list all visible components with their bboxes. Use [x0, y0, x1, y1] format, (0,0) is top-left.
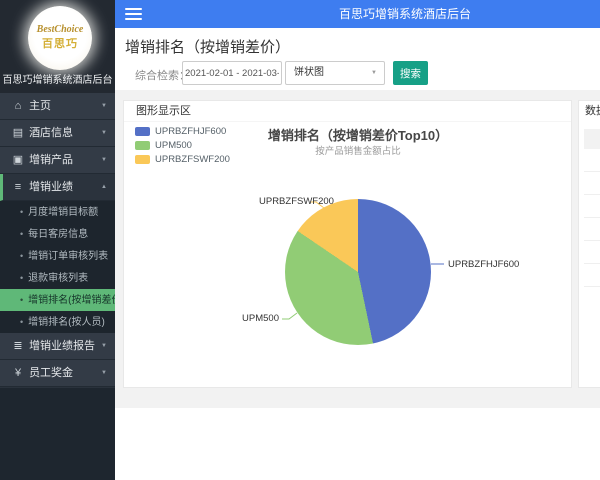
legend-swatch-blue	[135, 127, 150, 136]
subitem-label: 每日客房信息	[28, 229, 89, 240]
sidebar-item-hotel-info[interactable]: ▤ 酒店信息 ▼	[0, 120, 115, 147]
search-button[interactable]: 搜索	[393, 61, 428, 85]
hamburger-menu-icon[interactable]	[125, 8, 142, 20]
subitem-label: 退款审核列表	[28, 273, 89, 284]
performance-icon: ≡	[14, 181, 22, 193]
legend-item[interactable]: UPRBZFHJF600	[135, 126, 230, 137]
content-area: 图形显示区 UPRBZFHJF600 UPM500 UPRBZFSWF200 增…	[115, 90, 600, 408]
table-row	[584, 172, 600, 195]
sidebar-item-upsell-products[interactable]: ▣ 增销产品 ▼	[0, 147, 115, 174]
main-area: 百思巧增销系统酒店后台 增销排名（按增销差价） 综合检索： 饼状图 ▼ 搜索 图…	[115, 0, 600, 480]
subitem-label: 增销排名(按增销差价)	[28, 295, 125, 306]
topbar-title: 百思巧增销系统酒店后台	[338, 7, 472, 21]
sidebar-subitem-monthly-target[interactable]: • 月度增销目标额	[0, 201, 115, 223]
sidebar: BestChoice 百思巧 百思巧增销系统酒店后台 ⌂ 主页 ▼ ▤ 酒店信息…	[0, 0, 125, 480]
legend-item[interactable]: UPRBZFSWF200	[135, 154, 230, 165]
chevron-down-icon: ▼	[371, 70, 377, 76]
subitem-label: 增销订单审核列表	[28, 251, 109, 262]
chart-type-select[interactable]: 饼状图 ▼	[285, 61, 385, 85]
bullet-icon: •	[20, 317, 24, 327]
product-icon: ▣	[12, 154, 24, 166]
sidebar-item-label: 主页	[29, 100, 52, 112]
chevron-down-icon: ▼	[101, 130, 107, 136]
table-row	[584, 149, 600, 172]
chart-type-value: 饼状图	[294, 67, 324, 78]
sidebar-item-label: 增销业绩	[29, 181, 74, 193]
chevron-down-icon: ▼	[101, 343, 107, 349]
pie-label: UPRBZFSWF200	[259, 196, 334, 207]
date-range-input[interactable]	[182, 61, 282, 85]
chevron-down-icon: ▼	[101, 157, 107, 163]
page-title: 增销排名（按增销差价）	[125, 39, 291, 56]
pie-label: UPM500	[242, 313, 279, 324]
chart-legend: UPRBZFHJF600 UPM500 UPRBZFSWF200	[135, 126, 230, 168]
subitem-label: 月度增销目标额	[28, 207, 99, 218]
sidebar-item-performance-report[interactable]: ≣ 增销业绩报告 ▼	[0, 333, 115, 360]
data-panel-header: 数据显示区	[585, 105, 600, 117]
sidebar-item-employee-bonus[interactable]: ¥ 员工奖金 ▼	[0, 360, 115, 387]
legend-swatch-yellow	[135, 155, 150, 164]
topbar: 百思巧增销系统酒店后台	[115, 0, 600, 28]
data-table-header	[584, 129, 600, 149]
table-row	[584, 264, 600, 287]
legend-label: UPRBZFHJF600	[155, 126, 227, 137]
sidebar-item-label: 员工奖金	[29, 367, 74, 379]
bullet-icon: •	[20, 207, 24, 217]
table-row	[584, 241, 600, 264]
brand-logo: BestChoice 百思巧	[28, 6, 92, 70]
sidebar-item-upsell-performance[interactable]: ≡ 增销业绩 ▲	[0, 174, 115, 201]
sidebar-item-label: 增销产品	[29, 154, 74, 166]
subitem-label: 增销排名(按人员)	[28, 317, 105, 328]
hotel-info-icon: ▤	[12, 127, 24, 139]
sidebar-item-label: 酒店信息	[29, 127, 74, 139]
chart-panel-header: 图形显示区	[124, 101, 571, 122]
sidebar-subitem-daily-room-info[interactable]: • 每日客房信息	[0, 223, 115, 245]
sidebar-subitem-rank-by-person[interactable]: • 增销排名(按人员)	[0, 311, 115, 333]
data-panel: 数据显示区	[578, 100, 600, 388]
home-icon: ⌂	[14, 100, 22, 112]
legend-label: UPM500	[155, 140, 192, 151]
bullet-icon: •	[20, 295, 24, 305]
chevron-down-icon: ▼	[101, 370, 107, 376]
chart-panel: 图形显示区 UPRBZFHJF600 UPM500 UPRBZFSWF200 增…	[123, 100, 572, 388]
sidebar-subitem-refund-review-list[interactable]: • 退款审核列表	[0, 267, 115, 289]
bonus-icon: ¥	[14, 367, 22, 379]
pie-label: UPRBZFHJF600	[448, 259, 520, 270]
bullet-icon: •	[20, 273, 24, 283]
bullet-icon: •	[20, 229, 24, 239]
table-row	[584, 218, 600, 241]
legend-item[interactable]: UPM500	[135, 140, 230, 151]
sidebar-divider	[0, 387, 115, 388]
logo-cn-text: 百思巧	[42, 38, 78, 50]
chart-title: 增销排名（按增销差价Top10）	[267, 128, 449, 143]
sidebar-subitem-order-review-list[interactable]: • 增销订单审核列表	[0, 245, 115, 267]
app-window: BestChoice 百思巧 百思巧增销系统酒店后台 ⌂ 主页 ▼ ▤ 酒店信息…	[0, 0, 600, 480]
sidebar-item-home[interactable]: ⌂ 主页 ▼	[0, 93, 115, 120]
legend-swatch-green	[135, 141, 150, 150]
legend-label: UPRBZFSWF200	[155, 154, 230, 165]
table-row	[584, 195, 600, 218]
chart-subtitle: 按产品销售金额占比	[315, 146, 401, 157]
chevron-up-icon: ▲	[101, 184, 107, 190]
pie-chart: UPRBZFHJF600 UPM500 UPRBZFSWF200 增销排名（按增…	[124, 122, 571, 386]
report-icon: ≣	[13, 340, 23, 352]
pie-graphic[interactable]	[285, 199, 431, 345]
logo-area: BestChoice 百思巧 百思巧增销系统酒店后台	[0, 0, 115, 93]
brand-caption: 百思巧增销系统酒店后台	[2, 75, 113, 86]
chevron-down-icon: ▼	[101, 103, 107, 109]
bullet-icon: •	[20, 251, 24, 261]
sidebar-subitem-rank-by-price-diff[interactable]: • 增销排名(按增销差价)	[0, 289, 125, 311]
sidebar-item-label: 增销业绩报告	[29, 340, 96, 352]
logo-script-text: BestChoice	[36, 24, 84, 35]
